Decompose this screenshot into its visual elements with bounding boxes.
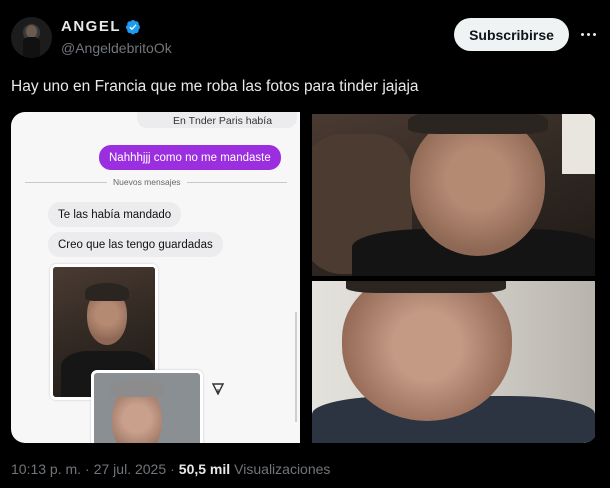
hair <box>85 283 129 301</box>
tweet-time[interactable]: 10:13 p. m. <box>11 461 81 477</box>
shared-photo-2 <box>91 370 203 443</box>
author-name-row: ANGEL <box>61 18 141 35</box>
photo-bottom-right[interactable] <box>312 281 595 443</box>
more-options-icon[interactable] <box>577 26 599 42</box>
avatar-body <box>23 37 40 58</box>
tweet-meta: 10:13 p. m. · 27 jul. 2025 · 50,5 mil Vi… <box>11 461 330 477</box>
incoming-message-bubble: Te las había mandado <box>48 202 182 227</box>
views-label: Visualizaciones <box>234 461 331 477</box>
photo-top-right[interactable] <box>312 114 595 276</box>
dot <box>580 32 584 36</box>
meta-separator: · <box>85 461 90 477</box>
hair <box>346 281 506 293</box>
author-name[interactable]: ANGEL <box>61 18 121 35</box>
author-avatar[interactable] <box>11 17 52 58</box>
dot <box>592 32 596 36</box>
tweet-media-grid: En Tnder Paris había Nahhhjjj como no me… <box>11 112 597 443</box>
outgoing-message-bubble: Nahhhjjj como no me mandaste <box>99 145 281 170</box>
tweet-date[interactable]: 27 jul. 2025 <box>94 461 166 477</box>
chat-screenshot[interactable]: En Tnder Paris había Nahhhjjj como no me… <box>11 112 300 443</box>
views-count: 50,5 mil <box>178 461 231 477</box>
subscribe-button[interactable]: Subscribirse <box>454 18 569 51</box>
window-light <box>562 114 595 174</box>
author-handle[interactable]: @AngeldebritoOk <box>61 40 172 56</box>
send-icon[interactable] <box>212 383 224 395</box>
meta-separator: · <box>170 461 175 477</box>
dot <box>586 32 590 36</box>
incoming-message-bubble: Creo que las tengo guardadas <box>48 232 223 257</box>
verified-badge-icon <box>126 19 140 34</box>
tweet-text: Hay uno en Francia que me roba las fotos… <box>11 78 419 95</box>
new-messages-label: Nuevos mensajes <box>107 177 187 187</box>
previous-message-bubble: En Tnder Paris había <box>137 112 297 128</box>
face <box>410 116 545 256</box>
hair <box>408 114 548 134</box>
chat-scrollbar[interactable] <box>295 312 297 422</box>
hair <box>110 379 164 397</box>
